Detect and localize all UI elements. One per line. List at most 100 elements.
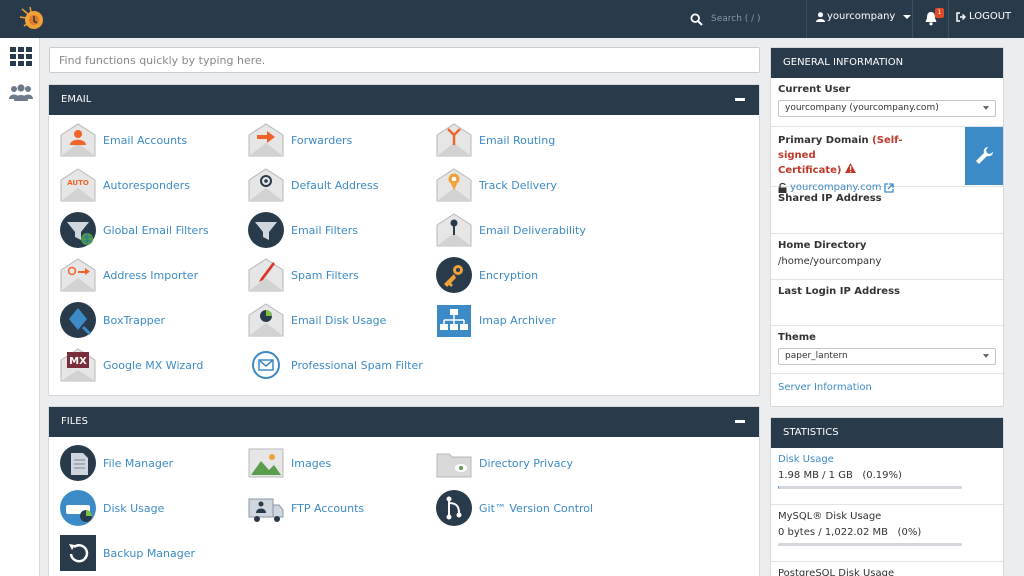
disk-usage-link-stat[interactable]: Disk Usage bbox=[778, 454, 996, 465]
disk-usage-row: Disk Usage 1.98 MB / 1 GB (0.19%) bbox=[771, 448, 1003, 505]
mysql-usage-label: MySQL® Disk Usage bbox=[778, 511, 882, 522]
boxtrapper-link[interactable]: BoxTrapper bbox=[59, 300, 165, 340]
item-label: Backup Manager bbox=[103, 546, 196, 560]
email-panel-header: EMAIL bbox=[49, 85, 759, 115]
item-label: BoxTrapper bbox=[103, 313, 166, 327]
home-directory-value: /home/yourcompany bbox=[778, 256, 882, 267]
email-deliverability-link[interactable]: Email Deliverability bbox=[435, 210, 586, 250]
forwarders-link[interactable]: Forwarders bbox=[247, 120, 352, 160]
user-menu[interactable]: yourcompany bbox=[816, 11, 912, 22]
item-label: FTP Accounts bbox=[291, 501, 365, 515]
divider bbox=[948, 0, 949, 38]
divider bbox=[806, 0, 807, 38]
item-label: Git™ Version Control bbox=[479, 501, 594, 515]
item-label: Address Importer bbox=[103, 268, 199, 282]
spam-filters-icon bbox=[248, 258, 284, 292]
item-label: Email Accounts bbox=[103, 133, 188, 147]
users-icon[interactable] bbox=[9, 82, 33, 104]
address-importer-link[interactable]: Address Importer bbox=[59, 255, 198, 295]
autoresponders-link[interactable]: AUTO Autoresponders bbox=[59, 165, 190, 205]
shared-ip-row: Shared IP Address bbox=[771, 187, 1003, 234]
wrench-icon bbox=[976, 147, 993, 164]
warning-icon bbox=[844, 163, 856, 173]
server-info-row: Server Information bbox=[771, 374, 1003, 404]
caret-down-icon bbox=[983, 106, 989, 110]
current-user-row: Current User yourcompany (yourcompany.co… bbox=[771, 78, 1003, 127]
last-login-label: Last Login IP Address bbox=[778, 286, 900, 297]
primary-domain-row: Primary Domain (Self-signed Certificate)… bbox=[771, 127, 1003, 193]
caret-down-icon bbox=[983, 354, 989, 358]
files-panel: FILES File Manager Images Directory Priv… bbox=[48, 406, 760, 576]
theme-select[interactable]: paper_lantern bbox=[778, 348, 996, 365]
default-address-link[interactable]: Default Address bbox=[247, 165, 379, 205]
item-label: Email Deliverability bbox=[479, 223, 586, 237]
server-information-link[interactable]: Server Information bbox=[778, 382, 872, 393]
email-disk-usage-icon bbox=[248, 303, 284, 337]
postgres-usage-label: PostgreSQL Disk Usage bbox=[778, 568, 895, 576]
email-accounts-link[interactable]: Email Accounts bbox=[59, 120, 187, 160]
statistics-header: STATISTICS bbox=[771, 418, 1003, 448]
notifications-button[interactable]: 1 bbox=[924, 8, 944, 27]
item-label: Google MX Wizard bbox=[103, 358, 204, 372]
encryption-link[interactable]: Encryption bbox=[435, 255, 538, 295]
collapse-files-button[interactable] bbox=[735, 420, 745, 423]
backup-manager-link[interactable]: Backup Manager bbox=[59, 533, 195, 573]
autoresponders-icon: AUTO bbox=[60, 168, 96, 202]
email-panel: EMAIL Email Accounts Forwarders Email Ro… bbox=[48, 84, 760, 396]
general-info-header: GENERAL INFORMATION bbox=[771, 48, 1003, 78]
disk-usage-link[interactable]: Disk Usage bbox=[59, 488, 164, 528]
cpanel-logo-icon[interactable] bbox=[18, 5, 48, 33]
directory-privacy-link[interactable]: Directory Privacy bbox=[435, 443, 573, 483]
track-delivery-link[interactable]: Track Delivery bbox=[435, 165, 557, 205]
collapse-email-button[interactable] bbox=[735, 98, 745, 101]
user-icon bbox=[816, 11, 825, 22]
item-label: Forwarders bbox=[291, 133, 353, 147]
backup-manager-icon bbox=[60, 535, 96, 571]
item-label: Imap Archiver bbox=[479, 313, 556, 327]
track-delivery-icon bbox=[436, 168, 472, 202]
notification-badge: 1 bbox=[935, 8, 944, 18]
imap-archiver-link[interactable]: Imap Archiver bbox=[435, 300, 556, 340]
current-user-label: Current User bbox=[778, 84, 851, 95]
ftp-accounts-icon bbox=[248, 498, 284, 522]
item-label: Professional Spam Filter bbox=[291, 358, 423, 372]
file-manager-link[interactable]: File Manager bbox=[59, 443, 173, 483]
directory-privacy-icon bbox=[436, 453, 472, 478]
current-user-value: yourcompany (yourcompany.com) bbox=[785, 103, 939, 113]
images-link[interactable]: Images bbox=[247, 443, 331, 483]
grid-icon[interactable] bbox=[9, 46, 33, 68]
professional-spam-filter-link[interactable]: Professional Spam Filter bbox=[247, 345, 423, 385]
home-directory-row: Home Directory /home/yourcompany bbox=[771, 234, 1003, 280]
git-version-control-link[interactable]: Git™ Version Control bbox=[435, 488, 593, 528]
images-icon bbox=[248, 448, 284, 478]
primary-domain-label: Primary Domain bbox=[778, 135, 869, 146]
global-email-filters-icon bbox=[60, 212, 96, 248]
search-icon[interactable] bbox=[690, 12, 703, 26]
quick-search-input[interactable] bbox=[49, 47, 760, 73]
email-disk-usage-link[interactable]: Email Disk Usage bbox=[247, 300, 386, 340]
global-email-filters-link[interactable]: Global Email Filters bbox=[59, 210, 209, 250]
email-filters-link[interactable]: Email Filters bbox=[247, 210, 358, 250]
logout-button[interactable]: LOGOUT bbox=[956, 11, 1011, 22]
logout-label: LOGOUT bbox=[969, 11, 1012, 22]
item-label: Directory Privacy bbox=[479, 456, 574, 470]
item-label: Disk Usage bbox=[103, 501, 165, 515]
item-label: Images bbox=[291, 456, 332, 470]
professional-spam-filter-icon bbox=[252, 351, 280, 379]
top-search-input[interactable] bbox=[711, 14, 791, 24]
google-mx-wizard-link[interactable]: MX Google MX Wizard bbox=[59, 345, 203, 385]
top-bar: yourcompany 1 LOGOUT bbox=[0, 0, 1024, 38]
email-routing-link[interactable]: Email Routing bbox=[435, 120, 555, 160]
spam-filters-link[interactable]: Spam Filters bbox=[247, 255, 359, 295]
statistics-panel: STATISTICS Disk Usage 1.98 MB / 1 GB (0.… bbox=[770, 417, 1004, 576]
item-label: Email Disk Usage bbox=[291, 313, 387, 327]
left-sidebar bbox=[0, 38, 40, 576]
mysql-usage-bar bbox=[778, 543, 962, 546]
logout-icon bbox=[956, 11, 966, 22]
ftp-accounts-link[interactable]: FTP Accounts bbox=[247, 488, 364, 528]
email-panel-title: EMAIL bbox=[61, 94, 92, 105]
git-version-control-icon bbox=[436, 490, 472, 526]
current-user-select[interactable]: yourcompany (yourcompany.com) bbox=[778, 100, 996, 117]
top-search bbox=[690, 11, 791, 27]
ssl-settings-button[interactable] bbox=[965, 127, 1003, 185]
